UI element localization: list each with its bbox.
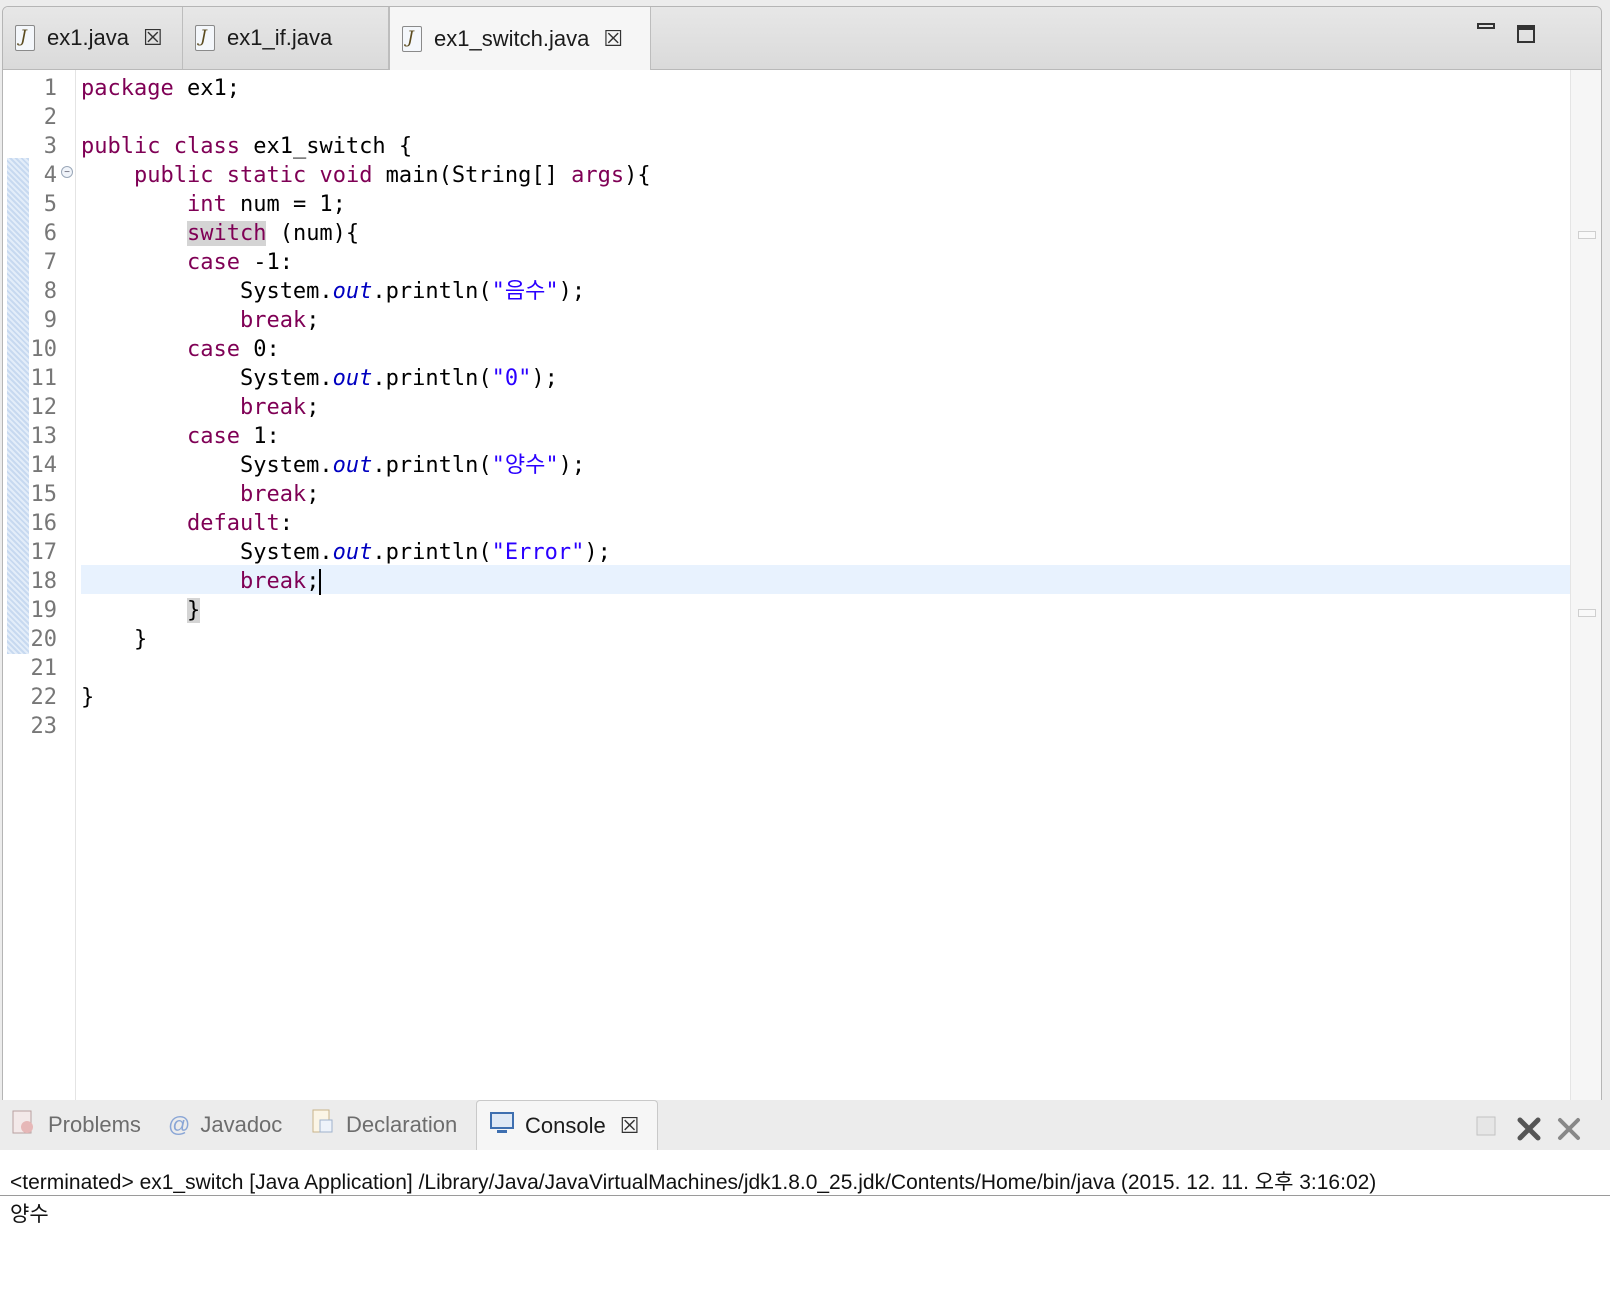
line-number: 18 [30,569,58,594]
declaration-icon [310,1108,336,1142]
code-line-17: System.out.println("Error"); [239,540,611,565]
java-file-icon [195,25,215,51]
occurrence-highlight: switch [186,221,267,246]
code-line-4: public static void main(String[] args){ [133,163,651,188]
maximize-icon[interactable] [1517,25,1535,43]
tab-ex1-java[interactable]: ex1.java ☒ [3,7,183,69]
code-line-18: break; [239,569,322,595]
overview-ruler-mark[interactable] [1578,609,1596,617]
line-number: 6 [43,221,57,246]
line-number: 11 [30,366,58,391]
line-number: 13 [30,424,58,449]
close-icon[interactable]: ☒ [603,26,623,52]
bracket-match-highlight: } [186,598,201,623]
code-line-16: default: [186,511,293,536]
quick-diff-ruler [7,158,29,654]
editor-window: ex1.java ☒ ex1_if.java ex1_switch.java ☒… [2,6,1602,1122]
line-number: 23 [30,714,58,739]
java-file-icon [402,25,422,52]
code-line-15: break; [239,482,320,507]
line-number: 16 [30,511,58,536]
panel-tab-bar: Problems @ Javadoc Declaration Console ☒ [0,1100,1610,1150]
code-line-8: System.out.println("음수"); [239,279,586,304]
fold-collapse-icon[interactable]: − [61,166,73,178]
code-line-6: switch (num){ [186,221,360,246]
terminate-icon[interactable] [1476,1116,1496,1141]
code-editor[interactable]: 1 2 3 4 5 6 7 8 9 10 11 12 13 14 15 16 17 18 19 20 21 22 23 − … [3,70,1601,1121]
line-number: 15 [30,482,58,507]
line-number: 5 [43,192,57,217]
editor-tab-bar: ex1.java ☒ ex1_if.java ex1_switch.java ☒ [3,7,1601,70]
line-number: 12 [30,395,58,420]
code-line-10: case 0: [186,337,280,362]
tab-label: ex1_switch.java [434,25,590,51]
line-number: 14 [30,453,58,478]
line-number: 10 [30,337,58,362]
code-line-7: case -1: [186,250,293,275]
tab-label: Console [525,1112,606,1138]
tab-console[interactable]: Console ☒ [476,1100,658,1150]
code-line-9: break; [239,308,320,333]
console-divider [0,1195,1610,1196]
code-line-20: } [133,627,148,652]
line-number: 20 [30,627,58,652]
code-line-1: package ex1; [81,76,240,101]
tab-label: Javadoc [200,1112,283,1137]
text-cursor [319,569,322,595]
vertical-scrollbar[interactable] [1570,70,1601,1121]
remove-launch-icon[interactable] [1516,1116,1542,1147]
tab-declaration[interactable]: Declaration [310,1100,457,1150]
code-line-22: } [81,685,95,710]
line-number: 1 [43,76,57,101]
console-output[interactable]: 양수 [10,1198,49,1228]
code-line-14: System.out.println("양수"); [239,453,586,478]
line-number: 9 [43,308,57,333]
minimize-icon[interactable] [1477,23,1495,29]
console-icon [489,1111,515,1141]
remove-all-terminated-icon[interactable] [1556,1116,1582,1147]
code-line-19: } [81,596,201,625]
line-number: 2 [43,105,57,130]
code-line-3: public class ex1_switch { [81,134,413,159]
close-icon[interactable]: ☒ [620,1113,640,1139]
tab-label: Problems [48,1112,141,1137]
problems-icon [10,1108,38,1142]
overview-ruler-mark[interactable] [1578,231,1596,239]
line-number: 7 [43,250,57,275]
line-number: 8 [43,279,57,304]
console-panel: Problems @ Javadoc Declaration Console ☒ [0,1100,1610,1304]
tab-problems[interactable]: Problems [10,1100,141,1150]
tab-ex1-if-java[interactable]: ex1_if.java [183,7,389,69]
tab-label: Declaration [346,1112,458,1137]
line-number: 17 [30,540,58,565]
line-number: 3 [43,134,57,159]
line-number: 19 [30,598,58,623]
code-line-5: int num = 1; [186,192,346,217]
close-icon[interactable]: ☒ [143,25,163,51]
line-number: 4 [43,163,57,188]
console-status-line: <terminated> ex1_switch [Java Applicatio… [10,1171,1377,1194]
line-number: 22 [30,685,58,710]
tab-label: ex1.java [47,25,129,50]
code-line-12: break; [239,395,320,420]
java-file-icon [15,25,35,51]
tab-javadoc[interactable]: @ Javadoc [168,1100,282,1150]
tab-ex1-switch-java[interactable]: ex1_switch.java ☒ [389,7,651,70]
line-number: 21 [30,656,58,681]
code-line-11: System.out.println("0"); [239,366,558,391]
javadoc-icon: @ [168,1112,191,1137]
tab-label: ex1_if.java [227,25,333,50]
code-line-13: case 1: [186,424,280,449]
